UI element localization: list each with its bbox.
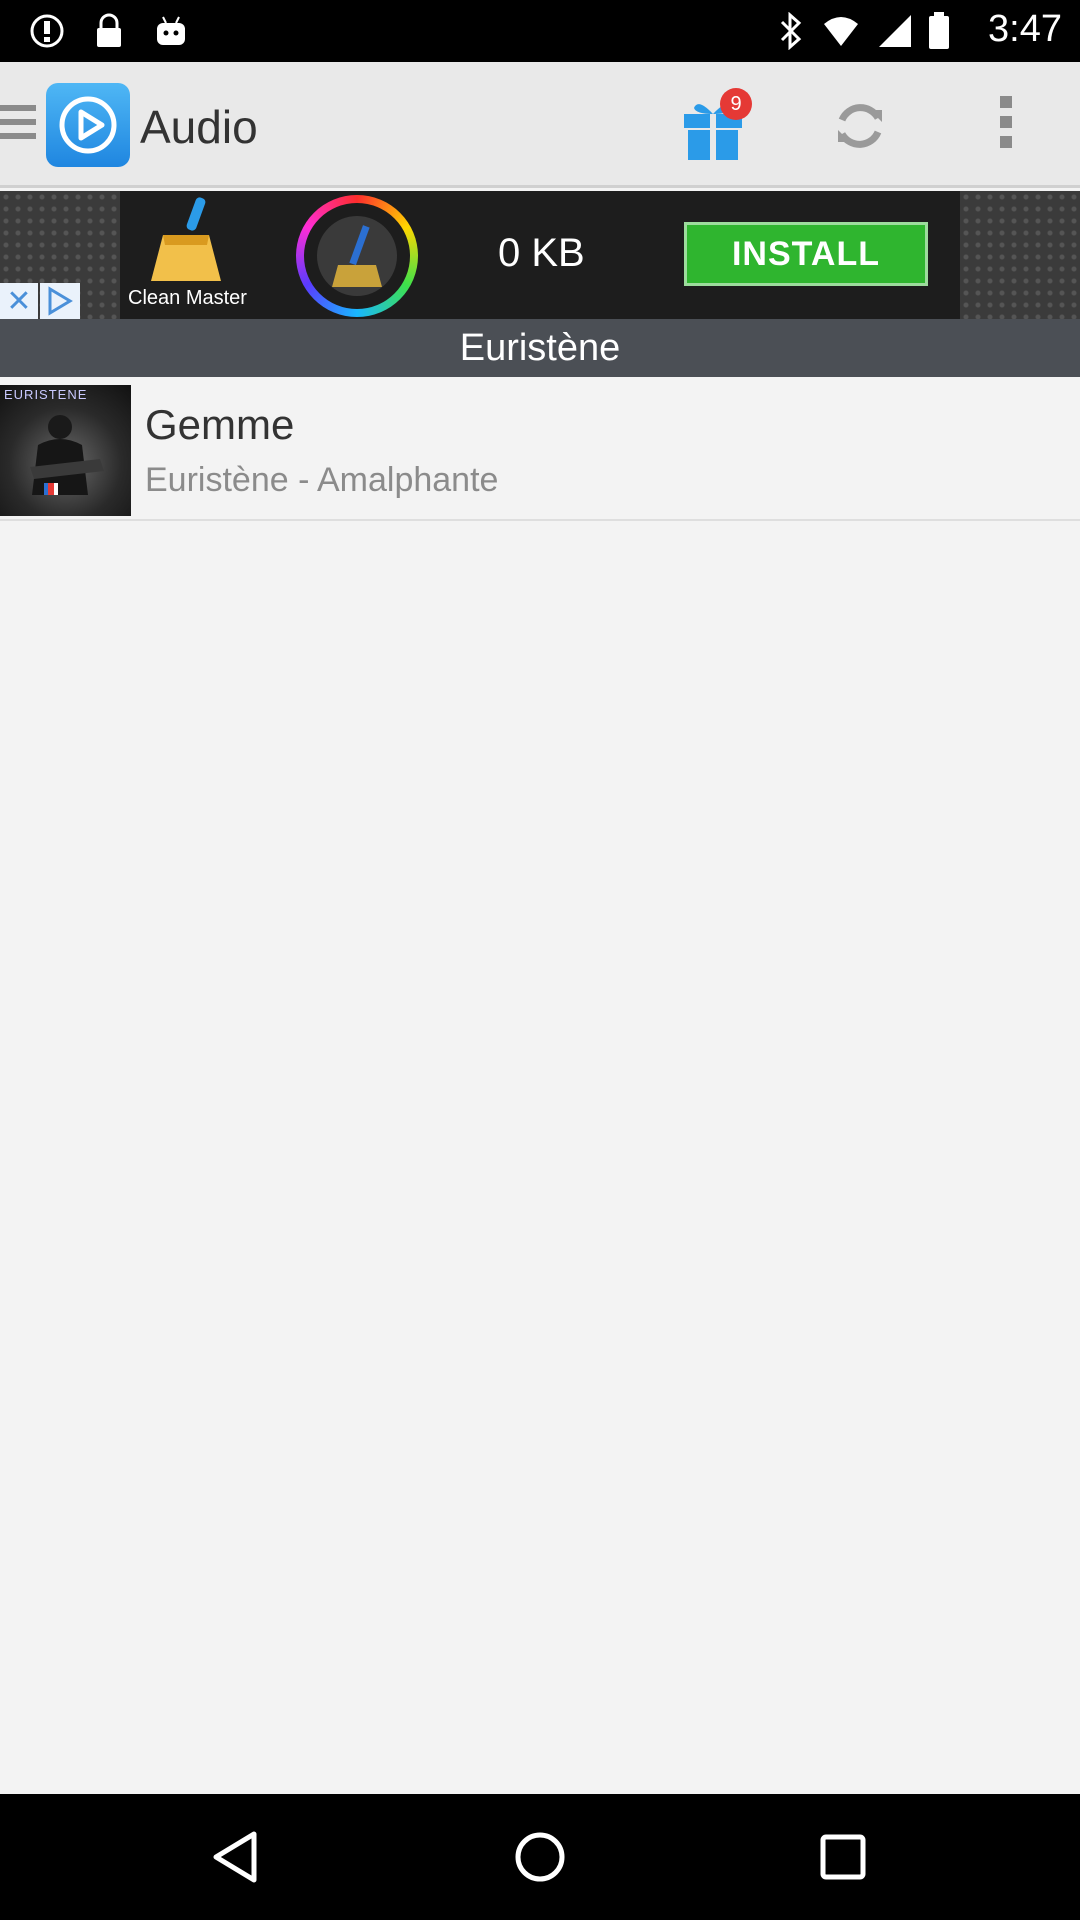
ad-size-text: 0 KB [498, 231, 585, 275]
song-subtitle: Euristène - Amalphante [145, 461, 499, 499]
song-title: Gemme [145, 401, 295, 448]
refresh-icon[interactable] [830, 96, 890, 156]
close-icon[interactable]: ✕ [0, 283, 38, 319]
section-header: Euristène [0, 319, 1080, 377]
ad-banner[interactable]: Clean Master 0 KB INSTALL ✕ [0, 191, 1080, 319]
menu-icon[interactable] [0, 105, 36, 145]
page-title: Audio [140, 101, 258, 153]
status-bar: 3:47 [0, 0, 1080, 62]
lock-icon [90, 12, 128, 50]
list-item[interactable]: EURISTENE Gemme Euristène - Amalphante [0, 377, 1080, 521]
app-logo-play-icon [46, 83, 130, 167]
ad-choices-icon[interactable] [40, 283, 80, 319]
battery-icon [920, 12, 958, 50]
app-bar: Audio 9 [0, 62, 1080, 188]
back-icon[interactable] [202, 1822, 272, 1892]
ad-ring-graphic [296, 195, 418, 317]
install-button[interactable]: INSTALL [684, 222, 928, 286]
alert-icon [28, 12, 66, 50]
home-icon[interactable] [505, 1822, 575, 1892]
more-vert-icon[interactable] [994, 96, 1018, 156]
ad-app-name: Clean Master [128, 287, 247, 309]
navigation-bar [0, 1794, 1080, 1920]
cell-signal-icon [876, 12, 914, 50]
recents-icon[interactable] [808, 1822, 878, 1892]
status-time: 3:47 [988, 8, 1062, 50]
broom-icon [145, 195, 231, 285]
album-art: EURISTENE [0, 385, 131, 516]
notification-badge: 9 [720, 88, 752, 120]
signal-wifi-icon [822, 12, 860, 50]
android-icon [152, 12, 190, 50]
bluetooth-icon [772, 12, 810, 50]
